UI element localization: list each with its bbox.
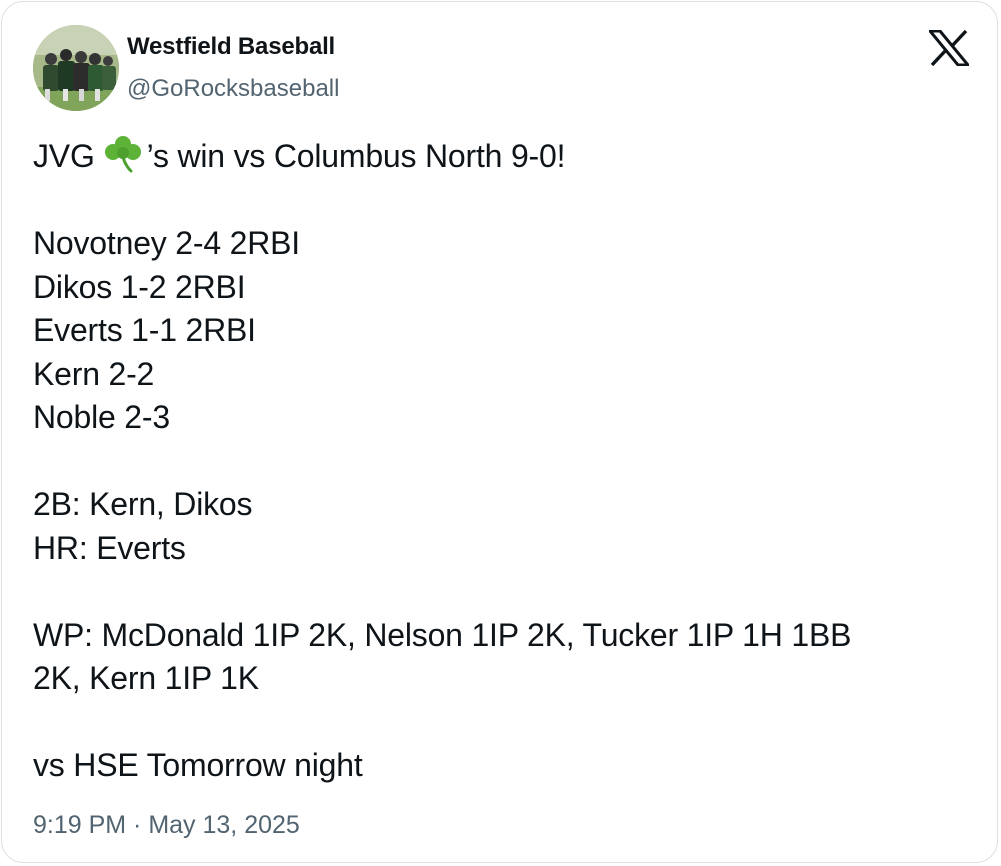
extra-base-line: 2B: Kern, Dikos [33, 486, 253, 522]
avatar[interactable] [33, 25, 119, 111]
display-name[interactable]: Westfield Baseball [127, 33, 335, 61]
batting-line: Dikos 1-2 2RBI [33, 268, 246, 305]
x-logo-icon[interactable] [926, 29, 972, 67]
extra-base-line: HR: Everts [33, 529, 186, 566]
tweet-timestamp[interactable]: 9:19 PM · May 13, 2025 [33, 811, 300, 840]
batting-line: Novotney 2-4 2RBI [33, 225, 300, 261]
avatar-photo [33, 25, 119, 111]
pitching-line: 2K, Kern 1IP 1K [33, 660, 259, 696]
tweet-intro-prefix: JVG [33, 138, 95, 174]
tweet-intro-line: JVG ’s win vs Columbus North 9-0! [33, 135, 973, 179]
tweet-text: JVG ’s win vs Columbus North 9-0! Novotn… [33, 135, 973, 788]
tweet-card: Westfield Baseball @GoRocksbaseball JVG … [1, 1, 998, 863]
tweet-intro-suffix: ’s win vs Columbus North 9-0! [146, 138, 566, 174]
shamrock-icon [103, 135, 143, 173]
batting-line: Noble 2-3 [33, 399, 170, 435]
batting-line: Kern 2-2 [33, 355, 155, 392]
closing-line: vs HSE Tomorrow night [33, 747, 363, 783]
batting-line: Everts 1-1 2RBI [33, 312, 256, 348]
account-handle[interactable]: @GoRocksbaseball [127, 75, 339, 103]
pitching-line: WP: McDonald 1IP 2K, Nelson 1IP 2K, Tuck… [33, 616, 852, 653]
